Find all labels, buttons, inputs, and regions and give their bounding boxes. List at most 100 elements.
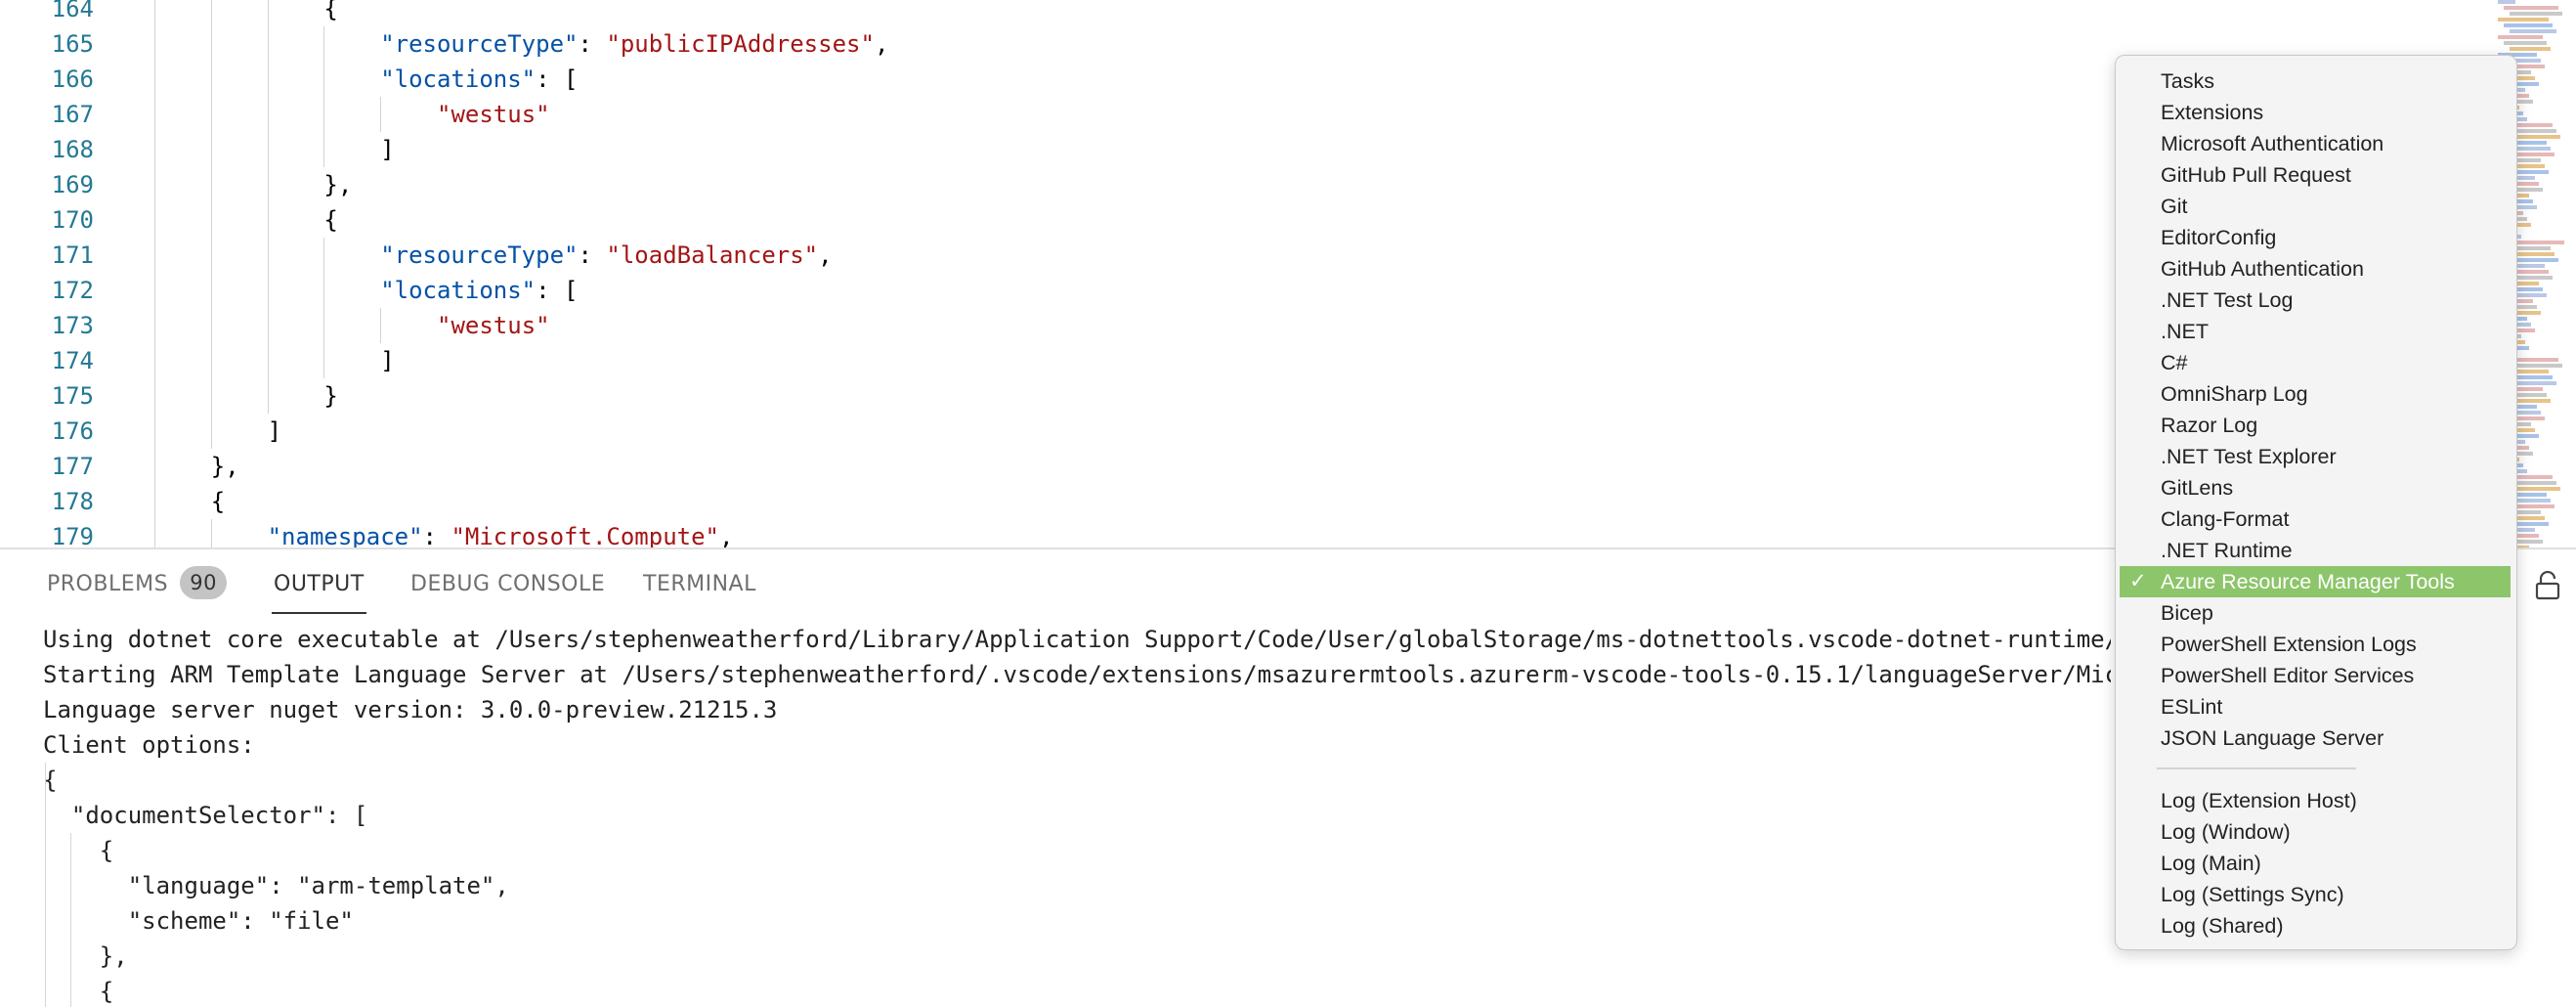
menu-item[interactable]: Log (Window) (2120, 816, 2511, 848)
indent-guide (323, 308, 325, 343)
menu-item[interactable]: JSON Language Server (2120, 722, 2511, 754)
code-line[interactable]: 174] (0, 343, 2482, 378)
output-indent-guide (45, 763, 46, 1007)
code-line[interactable]: 172 "locations": [ (0, 273, 2482, 308)
menu-item[interactable]: Log (Shared) (2120, 910, 2511, 941)
output-channel-menu[interactable]: Tasks Extensions Microsoft Authentication G… (2115, 55, 2517, 950)
indent-guide (323, 62, 325, 97)
code-line[interactable]: 167 "westus" (0, 97, 2482, 132)
indent-guide (210, 26, 212, 62)
indent-guide (267, 62, 269, 97)
indent-guide (154, 167, 155, 202)
menu-item[interactable]: Log (Extension Host) (2120, 785, 2511, 816)
output-line: { (43, 837, 114, 864)
json-punctuation: , (874, 30, 889, 58)
tab-terminal[interactable]: TERMINAL (643, 549, 756, 620)
code-line[interactable]: 166 "locations": [ (0, 62, 2482, 97)
line-number: 166 (51, 66, 94, 93)
indent-guide (323, 343, 325, 378)
output-line: Using dotnet core executable at /Users/s… (43, 626, 2111, 653)
code-line[interactable]: 169}, (0, 167, 2482, 202)
menu-item[interactable]: OmniSharp Log (2120, 378, 2511, 410)
code-line[interactable]: 168] (0, 132, 2482, 167)
code-line[interactable]: 165 "resourceType": "publicIPAddresses", (0, 26, 2482, 62)
checkmark-icon: ✓ (2129, 570, 2147, 592)
indent-guide (154, 238, 155, 273)
indent-guide (210, 343, 212, 378)
line-number: 174 (51, 347, 94, 374)
output-line: Language server nuget version: 3.0.0-pre… (43, 696, 778, 723)
tab-terminal-label: TERMINAL (643, 572, 756, 596)
json-punctuation: } (323, 382, 338, 410)
indent-guide (154, 449, 155, 484)
code-line[interactable]: 170 { (0, 202, 2482, 238)
tab-output[interactable]: OUTPUT (272, 549, 366, 620)
menu-item[interactable]: .NET Test Log (2120, 285, 2511, 316)
menu-item[interactable]: GitHub Pull Request (2120, 159, 2511, 191)
menu-item[interactable]: .NET Test Explorer (2120, 441, 2511, 472)
menu-item[interactable]: GitLens (2120, 472, 2511, 504)
menu-item[interactable]: Microsoft Authentication (2120, 128, 2511, 159)
indent-guide (154, 414, 155, 449)
indent-guide (154, 97, 155, 132)
code-line[interactable]: 176] (0, 414, 2482, 449)
code-line[interactable]: 179 "namespace": "Microsoft.Compute", (0, 519, 2482, 547)
indent-guide (154, 273, 155, 308)
menu-item[interactable]: Extensions (2120, 97, 2511, 128)
tab-problems[interactable]: PROBLEMS 90 (47, 549, 228, 620)
menu-item[interactable]: Tasks (2120, 66, 2511, 97)
tab-debug-console[interactable]: DEBUG CONSOLE (410, 549, 605, 620)
menu-item[interactable]: .NET (2120, 316, 2511, 347)
minimap-line (2510, 12, 2562, 16)
code-line[interactable]: 175} (0, 378, 2482, 414)
menu-item[interactable]: Razor Log (2120, 410, 2511, 441)
code-line[interactable]: 178 { (0, 484, 2482, 519)
lock-icon[interactable] (2535, 571, 2560, 600)
line-number: 177 (51, 453, 94, 480)
menu-item-label: Razor Log (2161, 414, 2258, 437)
code-text: "resourceType": "publicIPAddresses", (380, 26, 888, 62)
minimap-line (2498, 18, 2549, 22)
json-punctuation: }, (210, 453, 239, 480)
output-line: }, (43, 942, 128, 970)
code-line[interactable]: 164 { (0, 0, 2482, 26)
line-number: 168 (51, 136, 94, 163)
line-number: 179 (51, 523, 94, 547)
menu-item[interactable]: ESLint (2120, 691, 2511, 722)
menu-item[interactable]: Log (Main) (2120, 848, 2511, 879)
menu-item-label: GitLens (2161, 476, 2234, 500)
code-line[interactable]: 173 "westus" (0, 308, 2482, 343)
code-line[interactable]: 177}, (0, 449, 2482, 484)
line-number: 169 (51, 171, 94, 198)
indent-guide (154, 378, 155, 414)
menu-item[interactable]: PowerShell Editor Services (2120, 660, 2511, 691)
menu-item-label: Extensions (2161, 101, 2264, 124)
line-number: 175 (51, 382, 94, 410)
menu-item[interactable]: GitHub Authentication (2120, 253, 2511, 285)
indent-guide (154, 519, 155, 547)
menu-item-label: Log (Settings Sync) (2161, 883, 2344, 906)
menu-item[interactable]: Clang-Format (2120, 504, 2511, 535)
code-text: }, (211, 449, 239, 484)
indent-guide (210, 167, 212, 202)
json-punctuation: }, (323, 171, 353, 198)
menu-item[interactable]: EditorConfig (2120, 222, 2511, 253)
menu-item[interactable]: Git (2120, 191, 2511, 222)
json-string: "Microsoft.Compute" (451, 523, 719, 547)
menu-item[interactable]: PowerShell Extension Logs (2120, 629, 2511, 660)
menu-item[interactable]: .NET Runtime (2120, 535, 2511, 566)
code-text: { (323, 0, 337, 26)
output-view[interactable]: Using dotnet core executable at /Users/s… (0, 620, 2111, 1007)
menu-separator (2157, 767, 2356, 769)
code-text: "westus" (437, 97, 550, 132)
minimap-line (2504, 23, 2553, 27)
menu-item[interactable]: Log (Settings Sync) (2120, 879, 2511, 910)
code-line[interactable]: 171 "resourceType": "loadBalancers", (0, 238, 2482, 273)
indent-guide (210, 308, 212, 343)
menu-item[interactable]: ✓ Azure Resource Manager Tools (2120, 566, 2511, 597)
indent-guide (210, 0, 212, 26)
menu-item[interactable]: Bicep (2120, 597, 2511, 629)
menu-item-label: Log (Extension Host) (2161, 789, 2357, 812)
output-line: "documentSelector": [ (43, 802, 368, 829)
menu-item[interactable]: C# (2120, 347, 2511, 378)
